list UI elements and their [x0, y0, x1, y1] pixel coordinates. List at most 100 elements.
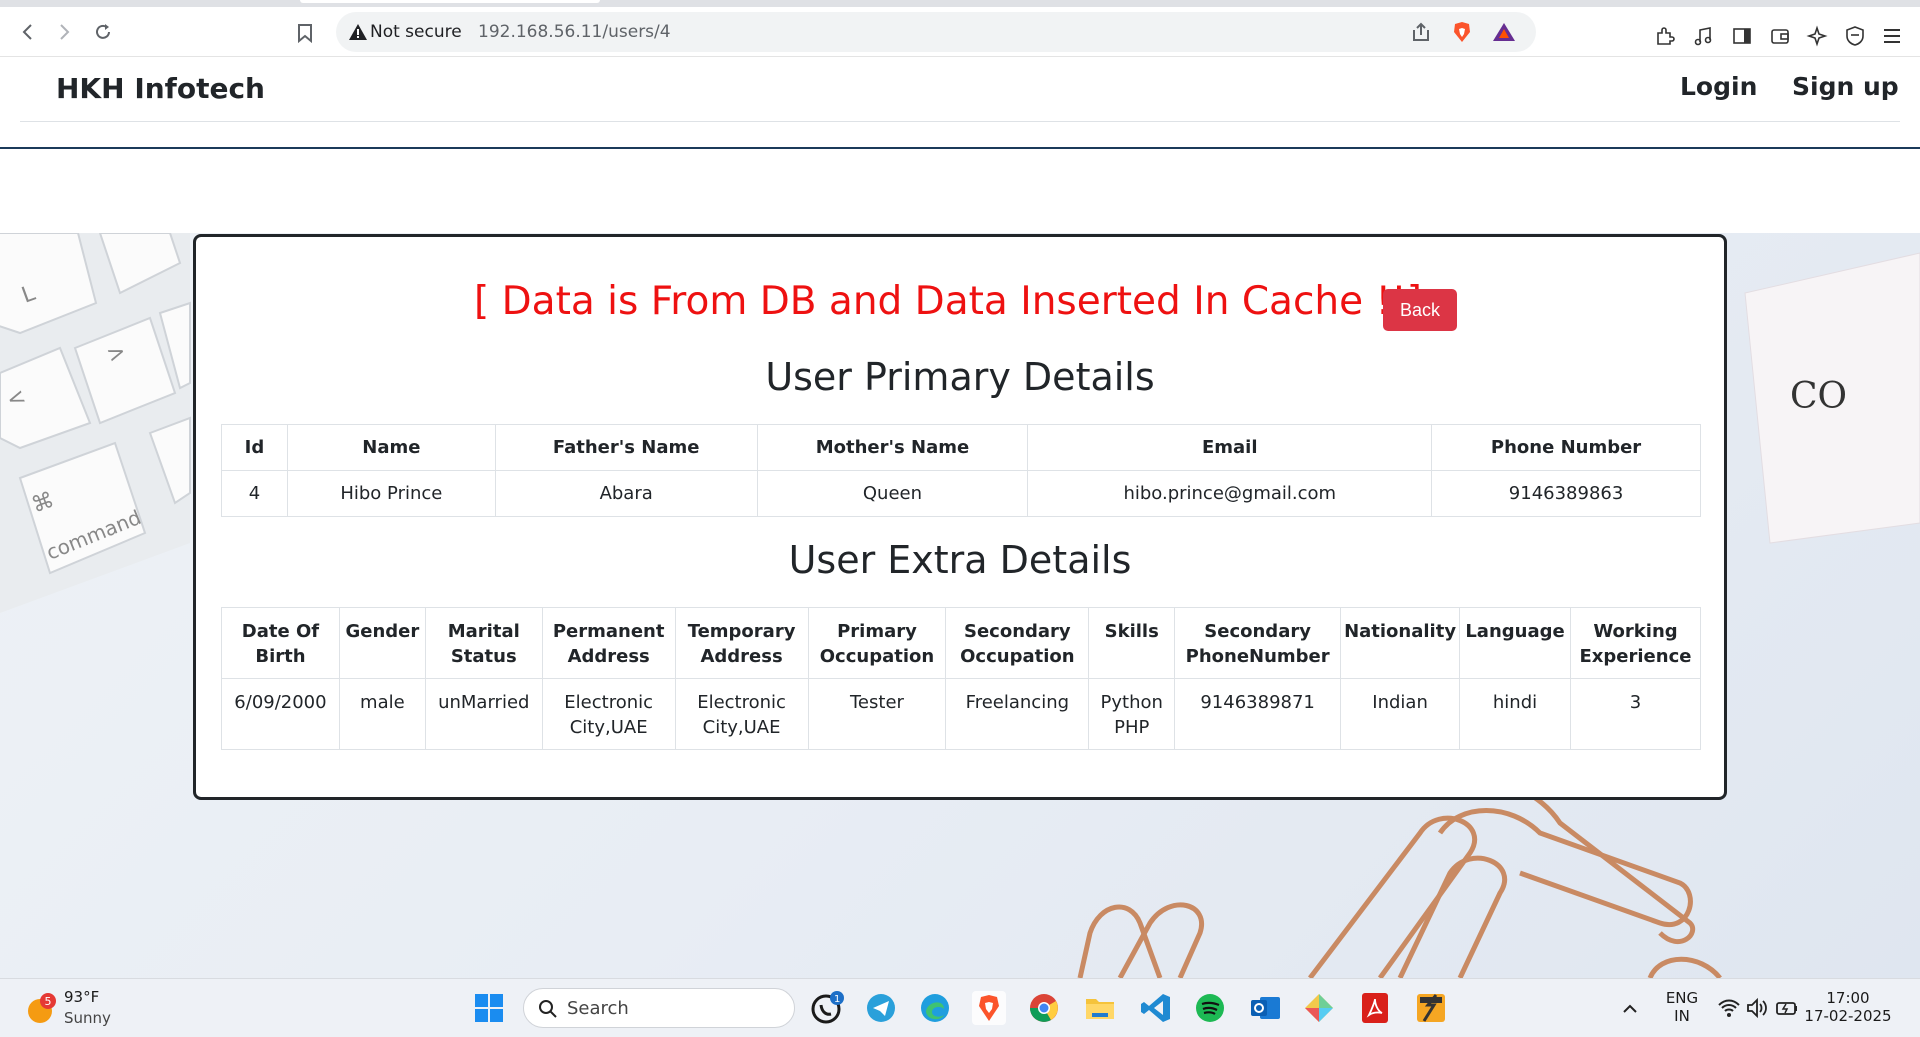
column-header: Working Experience — [1570, 607, 1701, 679]
search-icon — [539, 1000, 557, 1018]
outlook-icon[interactable] — [1248, 991, 1282, 1025]
volume-icon[interactable] — [1744, 995, 1770, 1021]
chevron-up-icon[interactable] — [1618, 997, 1642, 1021]
table-cell: hibo.prince@gmail.com — [1027, 470, 1433, 517]
column-header: Nationality — [1340, 607, 1461, 679]
language-indicator[interactable]: ENG IN — [1662, 989, 1702, 1025]
whatsapp-badge: 1 — [834, 994, 840, 1005]
file-explorer-icon[interactable] — [1083, 991, 1117, 1025]
brave-browser-icon[interactable] — [972, 991, 1006, 1025]
table-row: 4 Hibo Prince Abara Queen hibo.prince@gm… — [221, 470, 1701, 517]
weather-sun-icon[interactable]: 5 — [24, 991, 58, 1025]
column-header: Secondary PhoneNumber — [1174, 607, 1342, 679]
column-header: Marital Status — [424, 607, 543, 679]
xampp-icon[interactable] — [1414, 991, 1448, 1025]
table-cell: hindi — [1459, 678, 1571, 750]
column-header: Secondary Occupation — [945, 607, 1090, 679]
table-cell: 9146389871 — [1174, 678, 1342, 750]
details-card: [ Data is From DB and Data Inserted In C… — [193, 234, 1727, 800]
address-bar[interactable]: Not secure 192.168.56.11/users/4 — [336, 12, 1536, 52]
table-cell: unMarried — [424, 678, 543, 750]
table-cell: Electronic City,UAE — [541, 678, 676, 750]
notebook-text: CO — [1790, 376, 1847, 417]
clock-time: 17:00 — [1826, 989, 1870, 1007]
spotify-icon[interactable] — [1193, 991, 1227, 1025]
security-label[interactable]: Not secure — [370, 12, 462, 52]
back-arrow-icon[interactable] — [12, 17, 42, 47]
reload-icon[interactable] — [88, 17, 118, 47]
table-cell: male — [338, 678, 426, 750]
login-link[interactable]: Login — [1680, 72, 1757, 101]
column-header: Gender — [338, 607, 426, 679]
cache-status-message: [ Data is From DB and Data Inserted In C… — [474, 279, 1422, 324]
table-header-row: Date Of Birth Gender Marital Status Perm… — [221, 607, 1701, 679]
vscode-icon[interactable] — [1139, 991, 1173, 1025]
vpn-shield-icon[interactable] — [1844, 25, 1866, 47]
table-cell: Freelancing — [945, 678, 1090, 750]
git-icon[interactable] — [1302, 991, 1336, 1025]
url-text[interactable]: 192.168.56.11/users/4 — [478, 12, 671, 52]
column-header: Date Of Birth — [221, 607, 340, 679]
acrobat-icon[interactable] — [1358, 991, 1392, 1025]
table-cell: Electronic City,UAE — [674, 678, 809, 750]
column-header: Permanent Address — [541, 607, 676, 679]
clock[interactable]: 17:00 17-02-2025 — [1800, 989, 1896, 1025]
extensions-icon[interactable] — [1654, 25, 1676, 47]
brave-shields-icon[interactable] — [1450, 20, 1474, 44]
table-cell: Queen — [756, 470, 1029, 517]
battery-icon[interactable] — [1774, 995, 1800, 1021]
extra-details-table: Date Of Birth Gender Marital Status Perm… — [221, 607, 1701, 750]
warning-icon[interactable] — [348, 22, 368, 42]
taskbar: 5 93°F Sunny Search 1 ENG IN 17:00 17-02… — [0, 978, 1920, 1037]
tab-strip — [0, 0, 1920, 7]
table-cell: Hibo Prince — [286, 470, 496, 517]
menu-icon[interactable] — [1881, 25, 1903, 47]
chrome-icon[interactable] — [1027, 991, 1061, 1025]
weather-desc[interactable]: Sunny — [64, 1009, 111, 1027]
search-label: Search — [567, 998, 629, 1019]
table-cell: 6/09/2000 — [221, 678, 340, 750]
browser-toolbar: Not secure 192.168.56.11/users/4 — [0, 7, 1920, 57]
column-header: Name — [286, 424, 496, 471]
wallet-icon[interactable] — [1769, 25, 1791, 47]
primary-details-table: Id Name Father's Name Mother's Name Emai… — [221, 424, 1701, 517]
whatsapp-icon[interactable]: 1 — [810, 991, 844, 1025]
forward-arrow-icon[interactable] — [50, 17, 80, 47]
column-header: Phone Number — [1431, 424, 1701, 471]
leo-ai-icon[interactable] — [1806, 25, 1828, 47]
clock-date: 17-02-2025 — [1804, 1007, 1892, 1025]
extra-details-title: User Extra Details — [788, 538, 1132, 582]
back-button[interactable]: Back — [1383, 289, 1457, 331]
column-header: Skills — [1088, 607, 1176, 679]
table-cell: 3 — [1570, 678, 1701, 750]
table-cell: Indian — [1340, 678, 1461, 750]
weather-temp[interactable]: 93°F — [64, 988, 99, 1006]
telegram-icon[interactable] — [864, 991, 898, 1025]
active-tab[interactable] — [300, 0, 600, 3]
edge-icon[interactable] — [918, 991, 952, 1025]
windows-start-icon[interactable] — [472, 991, 506, 1025]
share-icon[interactable] — [1410, 21, 1432, 43]
table-cell: Tester — [807, 678, 947, 750]
site-header: HKH Infotech Login Sign up — [0, 58, 1920, 148]
brave-rewards-icon[interactable] — [1492, 21, 1516, 43]
weather-badge: 5 — [45, 995, 52, 1008]
column-header: Mother's Name — [756, 424, 1029, 471]
column-header: Id — [221, 424, 288, 471]
language-code: ENG — [1665, 989, 1699, 1007]
wifi-icon[interactable] — [1716, 995, 1742, 1021]
music-icon[interactable] — [1692, 25, 1714, 47]
brand-logo[interactable]: HKH Infotech — [56, 72, 265, 105]
taskbar-search[interactable]: Search — [523, 988, 795, 1028]
header-divider — [0, 147, 1920, 149]
bookmark-icon[interactable] — [296, 23, 314, 44]
table-cell: Abara — [494, 470, 758, 517]
column-header: Language — [1459, 607, 1571, 679]
table-cell: 9146389863 — [1431, 470, 1701, 517]
sidebar-icon[interactable] — [1731, 25, 1753, 47]
signup-link[interactable]: Sign up — [1792, 72, 1899, 101]
table-header-row: Id Name Father's Name Mother's Name Emai… — [221, 424, 1701, 471]
region-code: IN — [1674, 1007, 1690, 1025]
column-header: Email — [1027, 424, 1433, 471]
primary-details-title: User Primary Details — [765, 355, 1155, 399]
